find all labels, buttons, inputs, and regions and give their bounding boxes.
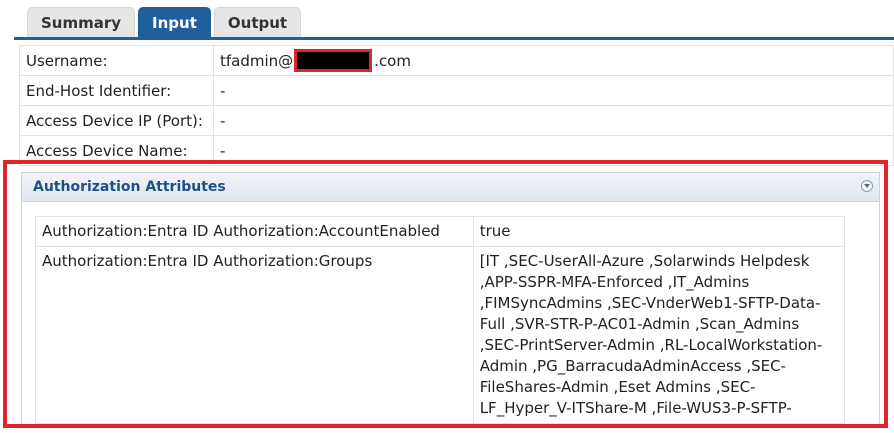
endhost-value: - [213, 75, 894, 106]
groups-line: ,FIMSyncAdmins ,SEC-VnderWeb1-SFTP-Data- [479, 294, 821, 312]
tab-output[interactable]: Output [213, 7, 302, 37]
access-device-ip-value: - [213, 105, 894, 136]
groups-line: ,SEC-PrintServer-Admin ,RL-LocalWorkstat… [479, 336, 823, 354]
tab-summary[interactable]: Summary [27, 7, 136, 37]
panel-header[interactable]: Authorization Attributes [22, 173, 879, 202]
chevron-down-circle-icon[interactable] [861, 180, 873, 192]
input-info-table: Username: tfadmin@ .com End-Host Identif… [19, 45, 894, 166]
highlight-frame: Authorization Attributes Authorization:E… [3, 160, 888, 428]
groups-line: [IT ,SEC-UserAll-Azure ,Solarwinds Helpd… [479, 252, 810, 270]
attribute-value: true [472, 216, 846, 247]
tab-input[interactable]: Input [138, 7, 211, 37]
groups-line: FileShares-Admin ,Eset Admins ,SEC- [479, 378, 756, 396]
table-row: Authorization:Entra ID Authorization:Acc… [35, 216, 846, 247]
table-row: Authorization:Entra ID Authorization:Gro… [35, 246, 846, 424]
redaction-box [294, 49, 373, 72]
panel-title: Authorization Attributes [33, 179, 226, 195]
username-prefix: tfadmin@ [220, 51, 294, 70]
attribute-name: Authorization:Entra ID Authorization:Acc… [35, 216, 474, 247]
username-suffix: .com [374, 51, 411, 70]
authorization-attributes-panel: Authorization Attributes Authorization:E… [21, 172, 880, 424]
access-device-ip-label: Access Device IP (Port): [19, 105, 214, 136]
table-row: Username: tfadmin@ .com [19, 45, 894, 76]
table-row: Access Device IP (Port): - [19, 105, 894, 136]
username-value: tfadmin@ .com [213, 45, 894, 76]
username-label: Username: [19, 45, 214, 76]
groups-line: ,APP-SSPR-MFA-Enforced ,IT_Admins [479, 273, 750, 291]
groups-value: [IT ,SEC-UserAll-Azure ,Solarwinds Helpd… [480, 251, 836, 419]
authorization-attributes-table: Authorization:Entra ID Authorization:Acc… [35, 216, 846, 424]
table-row: End-Host Identifier: - [19, 75, 894, 106]
tab-bar: Summary Input Output [27, 7, 302, 37]
groups-line: LF_Hyper_V-ITShare-M ,File-WUS3-P-SFTP- [479, 399, 792, 417]
tab-underline [14, 37, 894, 40]
groups-line: Full ,SVR-STR-P-AC01-Admin ,Scan_Admins [479, 315, 800, 333]
groups-line: Admin ,PG_BarracudaAdminAccess ,SEC- [479, 357, 787, 375]
attribute-value: [IT ,SEC-UserAll-Azure ,Solarwinds Helpd… [472, 246, 846, 424]
endhost-label: End-Host Identifier: [19, 75, 214, 106]
attribute-name: Authorization:Entra ID Authorization:Gro… [35, 246, 474, 424]
